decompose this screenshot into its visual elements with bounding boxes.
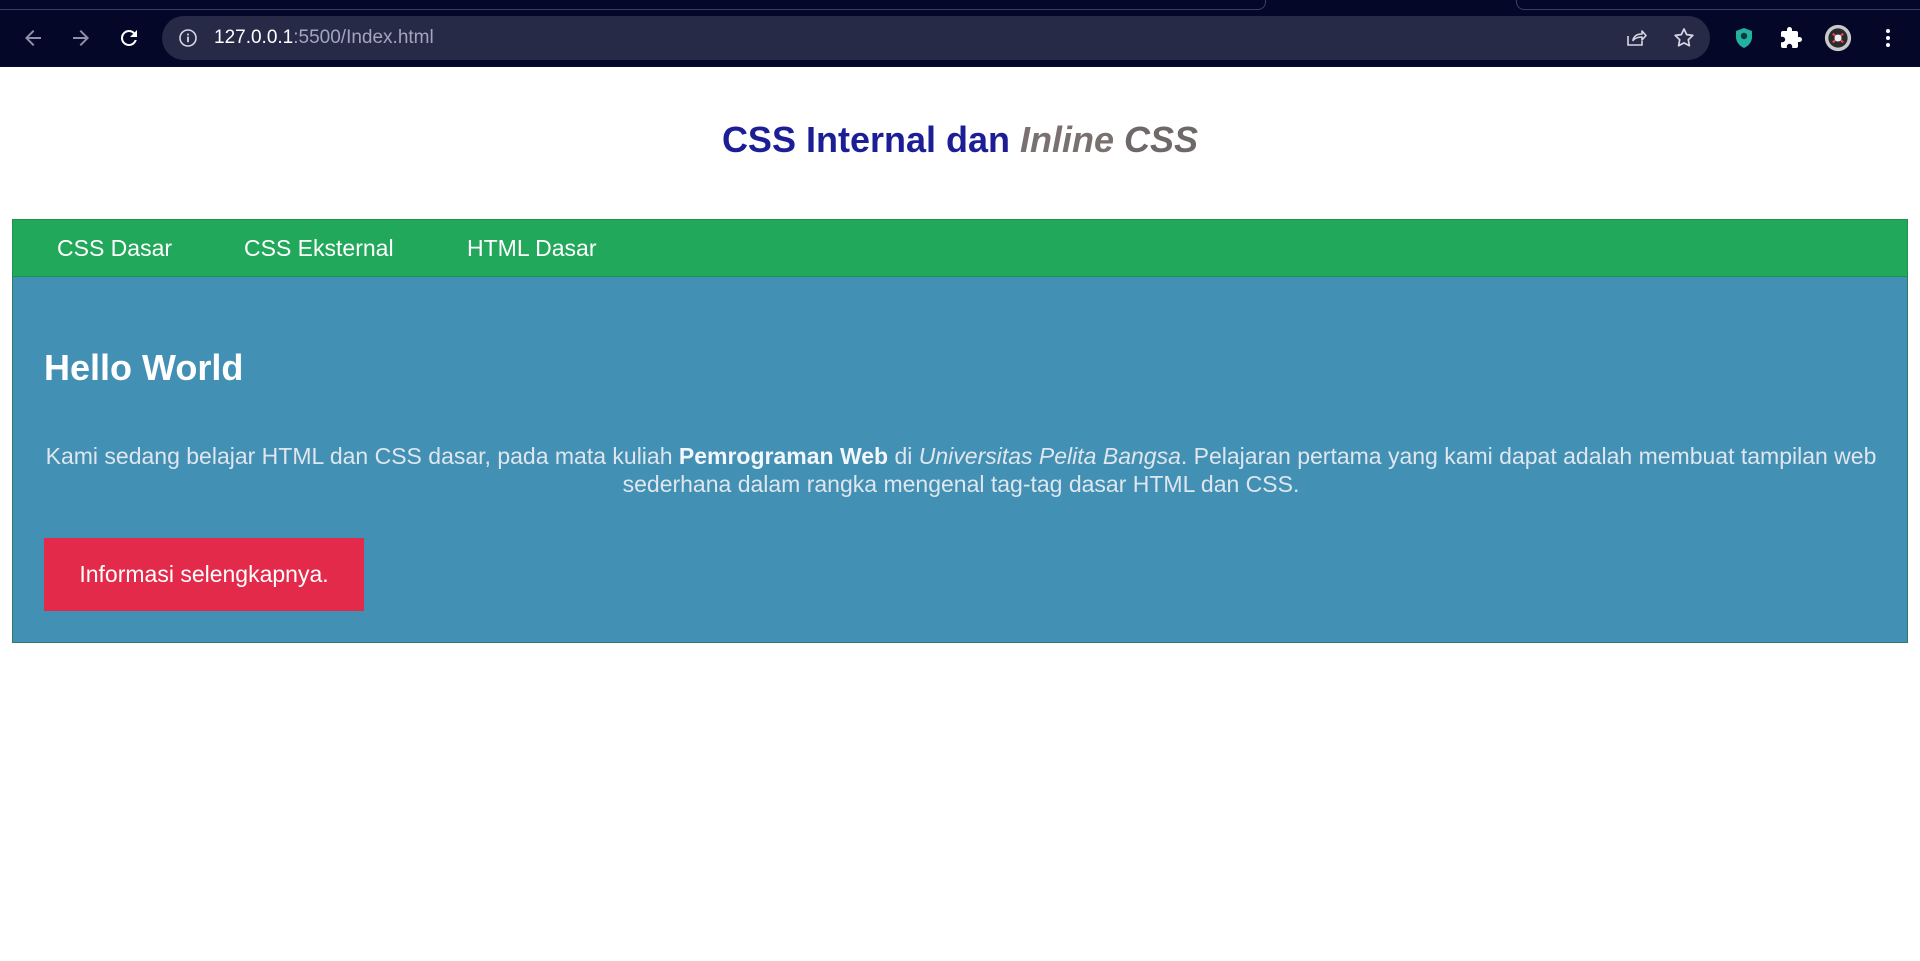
paragraph-italic-university: Universitas Pelita Bangsa (918, 443, 1181, 469)
title-inline-word: Inline (1020, 119, 1115, 160)
address-bar[interactable]: 127.0.0.1:5500/Index.html (162, 16, 1710, 60)
paragraph-text: di (888, 443, 919, 469)
bookmark-star-icon[interactable] (1672, 26, 1696, 50)
profile-avatar (1824, 24, 1852, 52)
paragraph-bold-course: Pemrograman Web (678, 443, 889, 469)
intro-paragraph: Kami sedang belajar HTML dan CSS dasar, … (27, 442, 1895, 498)
puzzle-icon (1781, 27, 1802, 48)
extension-button[interactable] (1730, 24, 1758, 52)
browser-menu-button[interactable] (1874, 24, 1902, 52)
nav-link-css-dasar[interactable]: CSS Dasar (57, 235, 172, 262)
tab-strip-edge (0, 0, 1266, 10)
back-arrow-icon (25, 30, 41, 46)
paragraph-text: Kami sedang belajar HTML dan CSS dasar, … (45, 443, 679, 469)
profile-button[interactable] (1824, 24, 1852, 52)
extensions-menu-button[interactable] (1777, 24, 1805, 52)
forward-button[interactable] (66, 23, 96, 53)
back-button[interactable] (18, 23, 48, 53)
title-css-word: CSS (1114, 119, 1199, 160)
section-heading: Hello World (44, 347, 244, 388)
url-text[interactable]: 127.0.0.1:5500/Index.html (214, 27, 434, 49)
url-path: :5500/Index.html (293, 27, 434, 48)
more-vert-icon (1886, 29, 1890, 47)
nav-link-html-dasar[interactable]: HTML Dasar (467, 235, 597, 262)
more-info-button[interactable]: Informasi selengkapnya. (44, 538, 364, 611)
share-icon[interactable] (1624, 26, 1648, 50)
site-info-icon[interactable] (178, 28, 198, 48)
page-title: CSS Internal dan Inline CSS (0, 119, 1920, 161)
toolbar-divider (0, 66, 1920, 67)
content-section: Hello World Kami sedang belajar HTML dan… (12, 277, 1908, 643)
extension-shield-icon (1736, 28, 1752, 48)
url-host: 127.0.0.1 (214, 27, 294, 48)
forward-arrow-icon (73, 30, 89, 46)
nav-link-css-eksternal[interactable]: CSS Eksternal (244, 235, 394, 262)
title-main: CSS Internal dan (721, 119, 1020, 160)
browser-toolbar: 127.0.0.1:5500/Index.html (0, 0, 1920, 66)
nav-bar: CSS Dasar CSS Eksternal HTML Dasar (12, 219, 1908, 277)
tab-strip-edge (1516, 0, 1920, 10)
reload-button[interactable] (114, 23, 144, 53)
reload-icon (120, 29, 137, 46)
